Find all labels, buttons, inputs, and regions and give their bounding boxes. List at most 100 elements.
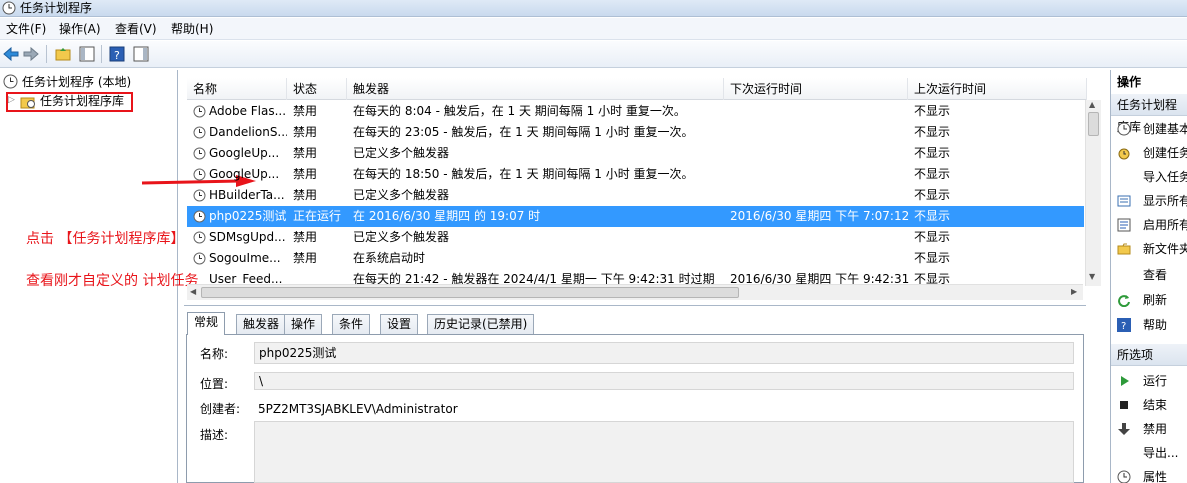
stop-icon [1120,401,1128,409]
table-row[interactable]: GoogleUp... 禁用 已定义多个触发器 不显示 [187,143,1084,164]
clock-icon [193,210,206,223]
task-name: Adobe Flas... [209,104,287,118]
create-task-icon [1118,148,1130,160]
action-run[interactable]: 运行 [1117,370,1187,392]
action-show-running[interactable]: 显示所有 [1117,190,1187,212]
tab-history[interactable]: 历史记录(已禁用) [427,314,535,334]
folder-up-icon[interactable] [54,45,72,63]
horizontal-scrollbar[interactable]: ◀ ▶ [187,284,1083,300]
task-status: 禁用 [293,104,318,118]
tab-triggers[interactable]: 触发器 [236,314,287,334]
menu-help[interactable]: 帮助(H) [171,21,213,37]
disable-arrow-icon [1118,423,1130,435]
table-row[interactable]: SDMsgUpd... 禁用 已定义多个触发器 不显示 [187,227,1084,248]
action-help[interactable]: ? 帮助 [1117,314,1187,336]
clock-icon [193,126,206,139]
column-trigger[interactable]: 触发器 [347,78,724,100]
action-properties[interactable]: 属性 [1117,466,1187,483]
name-field[interactable]: php0225测试 [254,342,1074,364]
description-label: 描述: [200,428,229,442]
clock-icon [193,231,206,244]
scroll-left-icon[interactable]: ◀ [190,287,196,296]
column-status[interactable]: 状态 [287,78,347,100]
tab-settings[interactable]: 设置 [380,314,419,334]
action-import-task[interactable]: 导入任务 [1117,166,1187,188]
table-row-selected[interactable]: php0225测试 正在运行 在 2016/6/30 星期四 的 19:07 时… [187,206,1084,227]
running-tasks-icon [1117,195,1131,207]
show-hide-tree-icon[interactable] [78,45,96,63]
annotation-text-2: 查看刚才自定义的 计划任务 [26,273,199,289]
table-row[interactable]: Adobe Flas... 禁用 在每天的 8:04 - 触发后，在 1 天 期… [187,101,1084,122]
scroll-up-icon[interactable]: ▲ [1089,100,1095,109]
table-row[interactable]: SogouIme... 禁用 在系统启动时 不显示 [187,248,1084,269]
task-trigger: 已定义多个触发器 [353,188,450,202]
clock-icon [193,189,206,202]
actions-section-library[interactable]: 任务计划程序库 [1111,94,1187,134]
action-enable-history[interactable]: 启用所有 [1117,214,1187,236]
action-refresh[interactable]: 刷新 [1117,289,1187,311]
task-status: 正在运行 [293,209,342,223]
description-field[interactable] [254,421,1074,483]
tree-expand-icon[interactable]: ▷ [8,95,15,105]
table-row[interactable]: User_Feed... 在每天的 21:42 - 触发器在 2024/4/1 … [187,269,1084,284]
task-trigger: 在每天的 23:05 - 触发后，在 1 天 期间每隔 1 小时 重复一次。 [353,125,694,139]
action-disable[interactable]: 禁用 [1117,418,1187,440]
task-status: 禁用 [293,251,318,265]
task-name: SDMsgUpd... [209,230,286,244]
task-status: 禁用 [293,230,318,244]
menu-action[interactable]: 操作(A) [59,21,101,37]
task-status: 禁用 [293,125,318,139]
scroll-down-icon[interactable]: ▼ [1089,272,1095,281]
task-last-run: 不显示 [914,146,951,160]
scroll-thumb[interactable] [201,287,739,298]
menu-file[interactable]: 文件(F) [6,21,46,37]
location-label: 位置: [200,377,229,391]
task-name: SogouIme... [209,251,281,265]
task-next-run: 2016/6/30 星期四 下午 7:07:12 [730,209,910,223]
table-row[interactable]: GoogleUp... 禁用 在每天的 18:50 - 触发后，在 1 天 期间… [187,164,1084,185]
tab-actions[interactable]: 操作 [284,314,323,334]
actions-section-selected[interactable]: 所选项 [1111,344,1187,366]
tab-conditions[interactable]: 条件 [332,314,371,334]
task-name: GoogleUp... [209,146,280,160]
author-value: 5PZ2MT3SJABKLEV\Administrator [258,402,458,416]
column-last-run[interactable]: 上次运行时间 [908,78,1087,100]
scroll-right-icon[interactable]: ▶ [1071,287,1077,296]
task-last-run: 不显示 [914,167,951,181]
back-arrow-icon[interactable] [2,45,20,63]
tree-root-scheduler[interactable]: 任务计划程序 (本地) [22,75,131,89]
column-next-run[interactable]: 下次运行时间 [724,78,908,100]
toolbar-separator [101,45,102,63]
task-name: HBuilderTa... [209,188,285,202]
task-name: GoogleUp... [209,167,280,181]
action-end[interactable]: 结束 [1117,394,1187,416]
forward-arrow-icon[interactable] [22,45,40,63]
vertical-scrollbar[interactable]: ▲ ▼ [1085,100,1101,286]
action-create-basic[interactable]: 创建基本 [1117,118,1187,140]
table-row[interactable]: HBuilderTa... 禁用 已定义多个触发器 不显示 [187,185,1084,206]
action-create-task[interactable]: 创建任务 [1117,142,1187,164]
table-row[interactable]: DandelionS... 禁用 在每天的 23:05 - 触发后，在 1 天 … [187,122,1084,143]
svg-text:?: ? [1121,321,1126,332]
tab-general[interactable]: 常规 [187,312,226,335]
scroll-thumb[interactable] [1088,112,1099,136]
task-trigger: 已定义多个触发器 [353,146,450,160]
task-last-run: 不显示 [914,272,951,284]
show-action-pane-icon[interactable] [132,45,150,63]
location-field: \ [254,372,1074,390]
action-export[interactable]: 导出... [1117,442,1187,464]
clock-icon [2,1,16,15]
new-folder-icon [1117,243,1131,255]
refresh-icon [1118,295,1130,307]
task-last-run: 不显示 [914,125,951,139]
action-view[interactable]: 查看 [1117,264,1187,286]
help-icon[interactable]: ? [108,45,126,63]
tree-item-task-library[interactable]: 任务计划程序库 [40,94,124,108]
task-status: 禁用 [293,146,318,160]
annotation-text-1: 点击 【任务计划程序库】 [26,231,185,247]
task-trigger: 已定义多个触发器 [353,230,450,244]
menu-view[interactable]: 查看(V) [115,21,157,37]
column-name[interactable]: 名称 [187,78,287,100]
action-new-folder[interactable]: 新文件夹 [1117,238,1187,260]
history-icon [1117,218,1131,232]
